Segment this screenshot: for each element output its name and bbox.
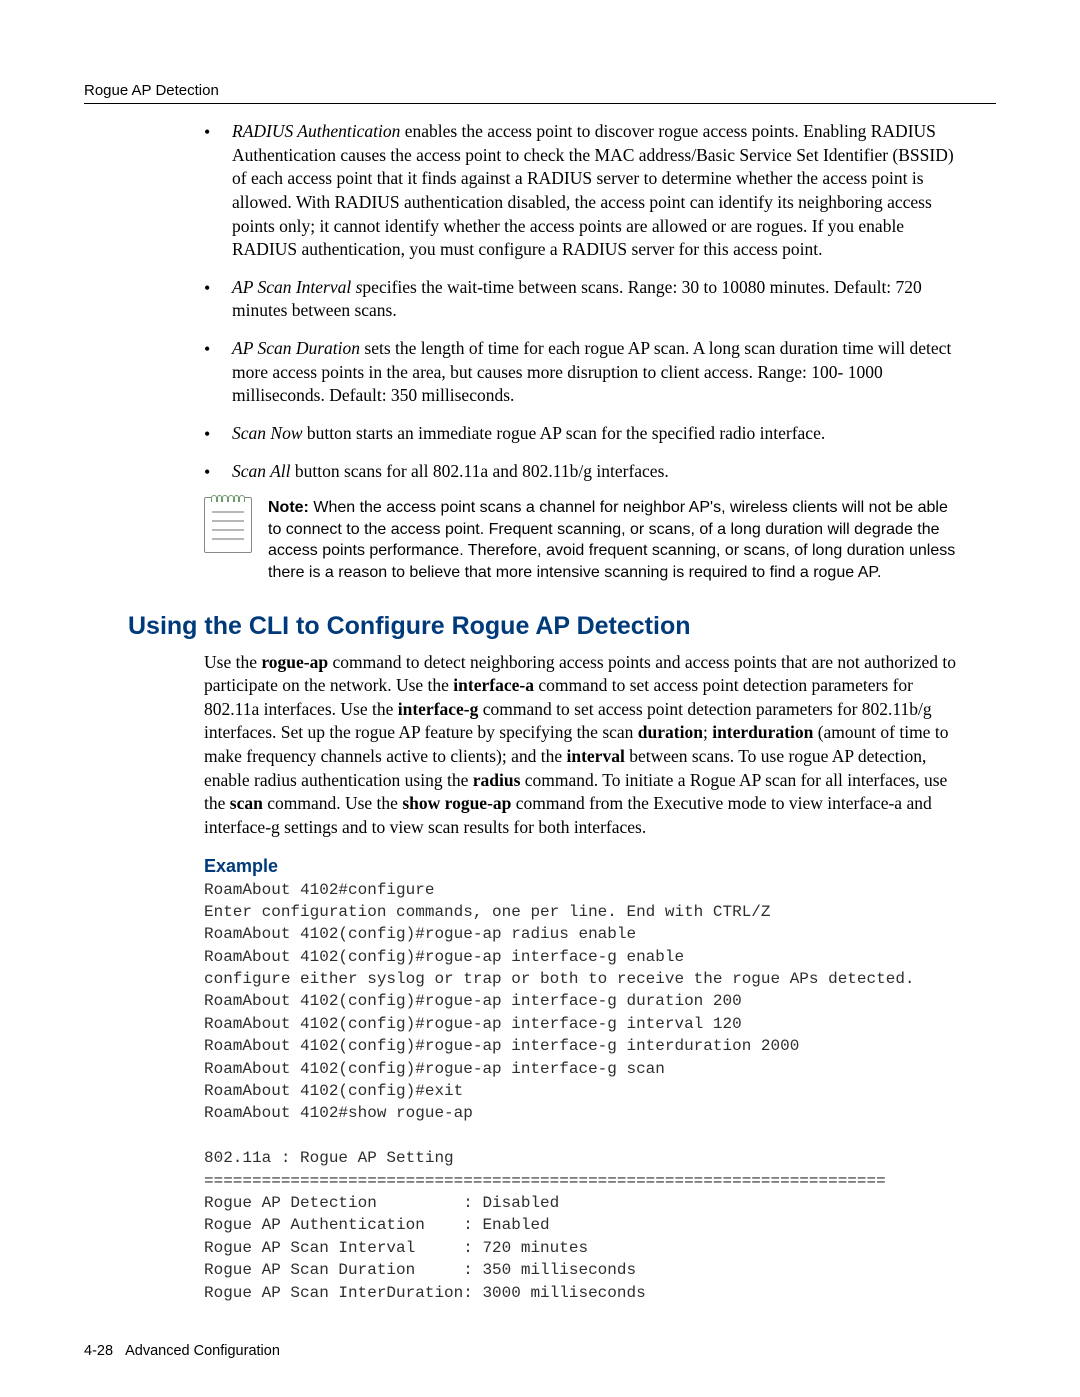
list-item: RADIUS Authentication enables the access… bbox=[204, 120, 964, 262]
list-item: AP Scan Duration sets the length of time… bbox=[204, 337, 964, 408]
page-number: 4-28 bbox=[84, 1343, 113, 1359]
para-text: ; bbox=[703, 722, 712, 742]
note-body: When the access point scans a channel fo… bbox=[268, 499, 955, 581]
example-heading: Example bbox=[204, 856, 996, 877]
list-item-text: button scans for all 802.11a and 802.11b… bbox=[291, 461, 669, 481]
list-item: Scan Now button starts an immediate rogu… bbox=[204, 422, 964, 446]
note-label: Note: bbox=[268, 499, 309, 516]
header-rule bbox=[84, 103, 996, 104]
note-text: Note: When the access point scans a chan… bbox=[268, 497, 964, 583]
section-title: Using the CLI to Configure Rogue AP Dete… bbox=[128, 612, 996, 641]
cmd-show-rogue-ap: show rogue-ap bbox=[402, 793, 511, 813]
cmd-duration: duration bbox=[638, 722, 703, 742]
cmd-rogue-ap: rogue-ap bbox=[261, 652, 328, 672]
list-item-text: enables the access point to discover rog… bbox=[232, 121, 954, 259]
term-ap-scan-interval: AP Scan Interval s bbox=[232, 277, 362, 297]
footer-label: Advanced Configuration bbox=[125, 1343, 280, 1359]
term-radius-auth: RADIUS Authentication bbox=[232, 121, 400, 141]
list-item: Scan All button scans for all 802.11a an… bbox=[204, 460, 964, 484]
cmd-interface-a: interface-a bbox=[453, 675, 534, 695]
list-item-text: button starts an immediate rogue AP scan… bbox=[303, 423, 826, 443]
page-footer: 4-28 Advanced Configuration bbox=[84, 1343, 280, 1359]
note-icon bbox=[204, 497, 252, 553]
list-item: AP Scan Interval specifies the wait-time… bbox=[204, 276, 964, 323]
body-paragraph: Use the rogue-ap command to detect neigh… bbox=[204, 651, 964, 840]
cmd-interface-g: interface-g bbox=[398, 699, 479, 719]
document-page: Rogue AP Detection RADIUS Authentication… bbox=[0, 0, 1080, 1397]
bullet-list: RADIUS Authentication enables the access… bbox=[204, 120, 964, 483]
running-header: Rogue AP Detection bbox=[84, 82, 996, 99]
term-scan-all: Scan All bbox=[232, 461, 291, 481]
para-text: Use the bbox=[204, 652, 261, 672]
cmd-interduration: interduration bbox=[712, 722, 813, 742]
term-scan-now: Scan Now bbox=[232, 423, 303, 443]
cmd-radius: radius bbox=[473, 770, 521, 790]
term-ap-scan-duration: AP Scan Duration bbox=[232, 338, 360, 358]
para-text: command. Use the bbox=[263, 793, 402, 813]
cmd-interval: interval bbox=[566, 746, 624, 766]
note-block: Note: When the access point scans a chan… bbox=[204, 497, 964, 583]
cli-output: RoamAbout 4102#configure Enter configura… bbox=[204, 879, 984, 1304]
cmd-scan: scan bbox=[230, 793, 263, 813]
